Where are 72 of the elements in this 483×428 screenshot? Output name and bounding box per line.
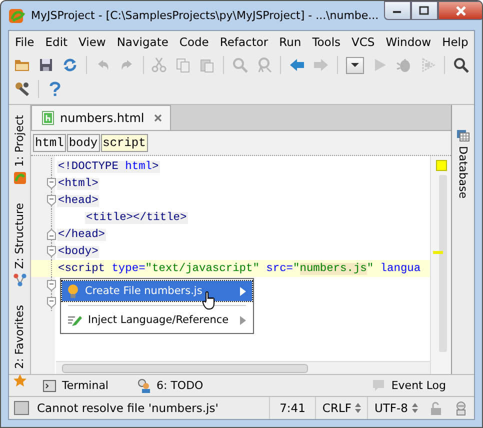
menu-item[interactable]: Tools <box>312 35 341 49</box>
menu-item[interactable]: Code <box>179 35 209 49</box>
settings-icon[interactable] <box>14 81 30 97</box>
breadcrumb[interactable]: html <box>33 134 66 152</box>
code-line: <script type="text/javascript" src="numbers.js" langua <box>57 262 422 274</box>
line-separator-label[interactable]: CRLF <box>322 401 352 415</box>
tool-window-tab[interactable]: 1: Project <box>13 115 26 167</box>
help-icon[interactable] <box>47 81 63 97</box>
database-icon <box>456 129 470 142</box>
tool-window-tab[interactable]: Z: Structure <box>13 202 26 269</box>
structure-icon <box>12 272 26 287</box>
tool-window-tab[interactable]: Event Log <box>391 379 446 392</box>
menu-item[interactable]: Navigate <box>116 35 168 49</box>
fold-marker-icon[interactable] <box>47 280 56 291</box>
menu-item[interactable]: VCS <box>352 35 375 49</box>
menu-item[interactable]: File <box>15 35 34 49</box>
fold-marker-icon[interactable] <box>47 297 56 308</box>
fold-marker-icon[interactable] <box>47 178 56 189</box>
tool-window-tab[interactable]: Database <box>456 146 470 198</box>
save-icon[interactable] <box>38 57 54 73</box>
search-icon[interactable] <box>453 57 470 73</box>
maximize-icon <box>419 6 430 15</box>
warning-status-marker[interactable] <box>436 160 446 171</box>
html-file-icon <box>42 111 54 125</box>
menu-item[interactable]: Run <box>279 35 302 49</box>
up-down-arrows-icon <box>412 403 418 413</box>
up-down-arrows-icon <box>355 403 362 413</box>
popup-menu-item[interactable]: Create File numbers.js <box>62 281 252 301</box>
star-icon <box>12 372 26 387</box>
caret-position[interactable]: 7:41 <box>268 397 316 419</box>
tool-window-tab[interactable]: 6: TODO <box>156 379 204 392</box>
minimize-button[interactable] <box>384 1 411 20</box>
run-config-dropdown[interactable] <box>346 56 364 74</box>
back-icon[interactable] <box>288 57 305 73</box>
editor-tab[interactable]: numbers.html <box>31 105 172 130</box>
project-icon <box>12 170 26 185</box>
submenu-arrow-icon <box>240 286 246 296</box>
lightbulb-icon <box>67 284 79 298</box>
close-icon <box>454 6 467 16</box>
popup-menu-item[interactable]: Inject Language/Reference <box>62 310 252 330</box>
folder-icon[interactable] <box>14 57 30 73</box>
breadcrumb[interactable]: script <box>100 134 148 152</box>
terminal-icon <box>43 380 56 392</box>
tool-window-tab[interactable]: 2: Favorites <box>13 304 26 369</box>
speech-bubble-icon <box>372 379 386 392</box>
close-button[interactable] <box>438 1 482 20</box>
maximize-button[interactable] <box>410 1 438 20</box>
close-icon[interactable] <box>154 114 162 122</box>
tool-window-tab[interactable]: Terminal <box>62 379 108 392</box>
fold-marker-icon[interactable] <box>47 195 56 206</box>
fold-marker-icon[interactable] <box>47 229 56 240</box>
padlock-icon[interactable] <box>430 402 442 414</box>
horizontal-scrollbar[interactable] <box>62 364 308 373</box>
inspector-icon[interactable] <box>454 400 468 416</box>
submenu-arrow-icon <box>240 316 246 324</box>
tool-windows-toggle[interactable] <box>14 401 29 415</box>
menu-item[interactable]: Edit <box>45 35 68 49</box>
menu-item[interactable]: Window <box>386 35 432 49</box>
fold-marker-icon[interactable] <box>47 246 56 257</box>
breadcrumb[interactable]: body <box>66 134 100 152</box>
status-message: Cannot resolve file 'numbers.js' <box>37 401 220 415</box>
todo-icon <box>136 378 150 392</box>
caret-icon <box>350 62 360 68</box>
warning-stripe-marker[interactable] <box>433 251 443 254</box>
menu-item[interactable]: View <box>78 35 106 49</box>
sync-icon[interactable] <box>62 57 78 73</box>
window-title: MyJSProject - [C:\SamplesProjects\py\MyJSProject] - ...\numbe... <box>31 9 379 22</box>
pencil-icon <box>67 314 82 326</box>
menu-item[interactable]: Refactor <box>220 35 268 49</box>
app-logo-icon <box>8 6 26 24</box>
menu-item[interactable]: Help <box>442 35 468 49</box>
encoding-selector[interactable]: UTF-8 <box>367 397 424 419</box>
